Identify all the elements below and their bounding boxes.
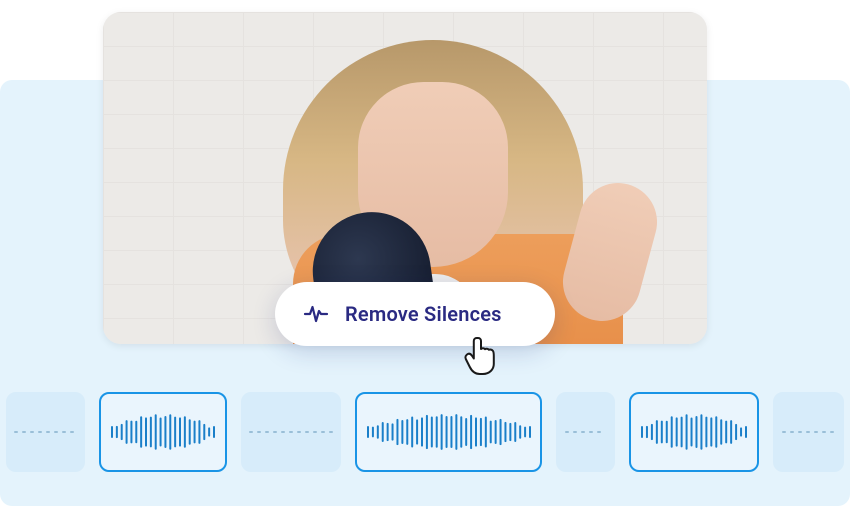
cursor-pointer-icon (460, 330, 502, 376)
remove-silences-label: Remove Silences (345, 302, 502, 326)
audio-segment[interactable] (629, 392, 759, 472)
silence-segment[interactable] (773, 392, 844, 472)
audio-timeline[interactable] (0, 376, 850, 488)
silence-segment[interactable] (6, 392, 85, 472)
audio-segment[interactable] (355, 392, 542, 472)
audio-segment[interactable] (99, 392, 227, 472)
silence-segment[interactable] (241, 392, 341, 472)
silence-segment[interactable] (556, 392, 615, 472)
remove-silences-button[interactable]: Remove Silences (275, 282, 555, 346)
pulse-icon (303, 301, 329, 327)
